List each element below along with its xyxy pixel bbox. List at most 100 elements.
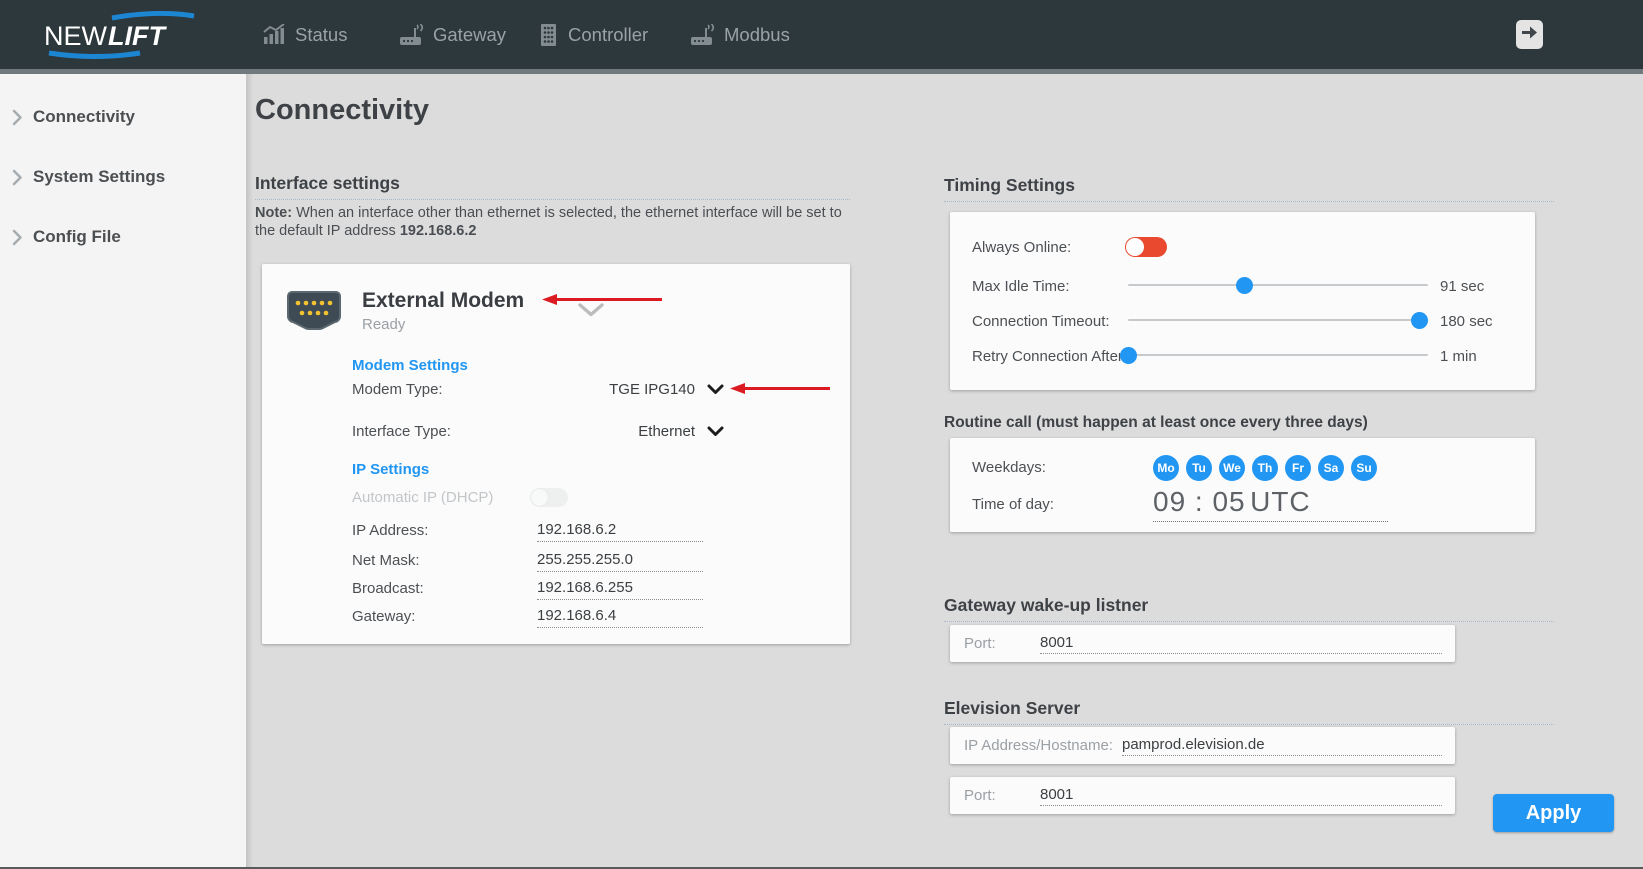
elevision-host-row: IP Address/Hostname: pamprod.elevision.d… [950, 727, 1455, 764]
wakeup-port-label: Port: [964, 635, 996, 652]
connection-timeout-value: 180 sec [1440, 313, 1493, 330]
logo-text-new: NEW [44, 21, 108, 51]
nav-item-label: Status [295, 24, 347, 46]
router-icon [690, 24, 715, 46]
chevron-right-icon [12, 169, 23, 186]
logout-icon [1521, 24, 1538, 46]
timing-settings-heading: Timing Settings [944, 175, 1554, 202]
time-of-day-label: Time of day: [972, 496, 1054, 513]
chevron-right-icon [12, 109, 23, 126]
ip-address-input[interactable]: 192.168.6.2 [537, 521, 703, 542]
modem-status: Ready [362, 316, 405, 333]
modem-type-label: Modem Type: [352, 381, 443, 398]
modem-card-title: External Modem [362, 289, 524, 313]
connection-timeout-label: Connection Timeout: [972, 313, 1110, 330]
nav-item-label: Gateway [433, 24, 506, 46]
sidebar-item-config-file[interactable]: Config File [0, 222, 246, 252]
weekday-badge[interactable]: Mo [1153, 455, 1179, 481]
weekday-badge[interactable]: Fr [1285, 455, 1311, 481]
always-online-label: Always Online: [972, 239, 1071, 256]
retry-connection-slider[interactable] [1128, 347, 1428, 364]
always-online-toggle[interactable] [1125, 237, 1167, 257]
modem-settings-heading: Modem Settings [352, 357, 468, 374]
ip-settings-heading: IP Settings [352, 461, 429, 478]
elevision-port-input[interactable]: 8001 [1040, 786, 1442, 806]
nav-item-gateway[interactable]: Gateway [399, 0, 506, 69]
elevision-port-label: Port: [964, 787, 996, 804]
routine-call-heading: Routine call (must happen at least once … [944, 414, 1554, 437]
note-label: Note: [255, 205, 292, 221]
elevision-port-row: Port: 8001 [950, 777, 1455, 814]
ip-address-label: IP Address: [352, 522, 428, 539]
broadcast-input[interactable]: 192.168.6.255 [537, 579, 703, 600]
sidebar [0, 74, 246, 869]
collapse-chevron-icon[interactable] [578, 303, 604, 322]
chevron-down-icon[interactable] [707, 382, 724, 400]
nav-item-status[interactable]: Status [263, 0, 347, 69]
newlift-logo-graphic: NEW LIFT [44, 11, 204, 59]
interface-note: Note: When an interface other than ether… [255, 204, 855, 240]
weekday-badge[interactable]: Sa [1318, 455, 1344, 481]
slider-knob[interactable] [1411, 312, 1428, 329]
weekday-badge[interactable]: We [1219, 455, 1245, 481]
sidebar-item-label: Connectivity [33, 107, 135, 127]
annotation-arrow-modem-type [730, 383, 830, 394]
serial-port-icon [286, 289, 342, 336]
newlift-logo[interactable]: NEW LIFT [44, 11, 204, 59]
sidebar-item-label: Config File [33, 227, 121, 247]
max-idle-time-label: Max Idle Time: [972, 278, 1070, 295]
elevision-host-input[interactable]: pamprod.elevision.de [1122, 736, 1442, 756]
max-idle-time-slider[interactable] [1128, 277, 1428, 294]
slider-track [1128, 284, 1428, 286]
gateway-ip-label: Gateway: [352, 608, 415, 625]
gateway-ip-input[interactable]: 192.168.6.4 [537, 607, 703, 628]
page-title: Connectivity [255, 94, 429, 127]
dhcp-toggle [530, 488, 568, 507]
nav-item-modbus[interactable]: Modbus [690, 0, 790, 69]
wakeup-port-input[interactable]: 8001 [1040, 634, 1442, 654]
apply-button[interactable]: Apply [1493, 794, 1614, 832]
wakeup-port-row: Port: 8001 [950, 625, 1455, 662]
nav-item-controller[interactable]: Controller [538, 0, 648, 69]
weekday-badges: Mo Tu We Th Fr Sa Su [1153, 455, 1377, 481]
broadcast-label: Broadcast: [352, 580, 424, 597]
gateway-config-page: NEW LIFT Status [0, 0, 1643, 869]
sidebar-item-connectivity[interactable]: Connectivity [0, 102, 246, 132]
weekdays-label: Weekdays: [972, 459, 1046, 476]
weekday-badge[interactable]: Tu [1186, 455, 1212, 481]
slider-knob[interactable] [1236, 277, 1253, 294]
toggle-knob [531, 489, 548, 506]
modem-type-value[interactable]: TGE IPG140 [535, 381, 695, 398]
logo-text-lift: LIFT [108, 21, 167, 51]
retry-connection-label: Retry Connection After: [972, 348, 1127, 365]
time-value[interactable]: 09 : 05 [1153, 486, 1246, 517]
max-idle-time-value: 91 sec [1440, 278, 1484, 295]
weekday-badge[interactable]: Su [1351, 455, 1377, 481]
net-mask-input[interactable]: 255.255.255.0 [537, 551, 703, 572]
building-icon [538, 24, 559, 46]
time-of-day-input[interactable]: 09 : 05 UTC [1153, 486, 1388, 522]
note-ip: 192.168.6.2 [400, 223, 477, 239]
sidebar-item-system-settings[interactable]: System Settings [0, 162, 246, 192]
wakeup-listener-heading: Gateway wake-up listner [944, 595, 1554, 622]
sidebar-item-label: System Settings [33, 167, 165, 187]
interface-type-value[interactable]: Ethernet [535, 423, 695, 440]
nav-item-label: Controller [568, 24, 648, 46]
interface-settings-heading: Interface settings [255, 173, 850, 200]
connection-timeout-slider[interactable] [1128, 312, 1428, 329]
logout-button[interactable] [1516, 20, 1543, 49]
chevron-right-icon [12, 229, 23, 246]
note-text: When an interface other than ethernet is… [255, 205, 842, 239]
elevision-server-heading: Elevision Server [944, 698, 1554, 725]
slider-track [1128, 319, 1428, 321]
slider-knob[interactable] [1120, 347, 1137, 364]
toggle-knob [1126, 238, 1144, 256]
net-mask-label: Net Mask: [352, 552, 420, 569]
weekday-badge[interactable]: Th [1252, 455, 1278, 481]
chevron-down-icon[interactable] [707, 424, 724, 442]
nav-item-label: Modbus [724, 24, 790, 46]
time-zone-label: UTC [1250, 486, 1311, 517]
logo-swoosh-bottom [49, 53, 140, 57]
router-icon [399, 24, 424, 46]
logo-swoosh-top [112, 13, 194, 18]
